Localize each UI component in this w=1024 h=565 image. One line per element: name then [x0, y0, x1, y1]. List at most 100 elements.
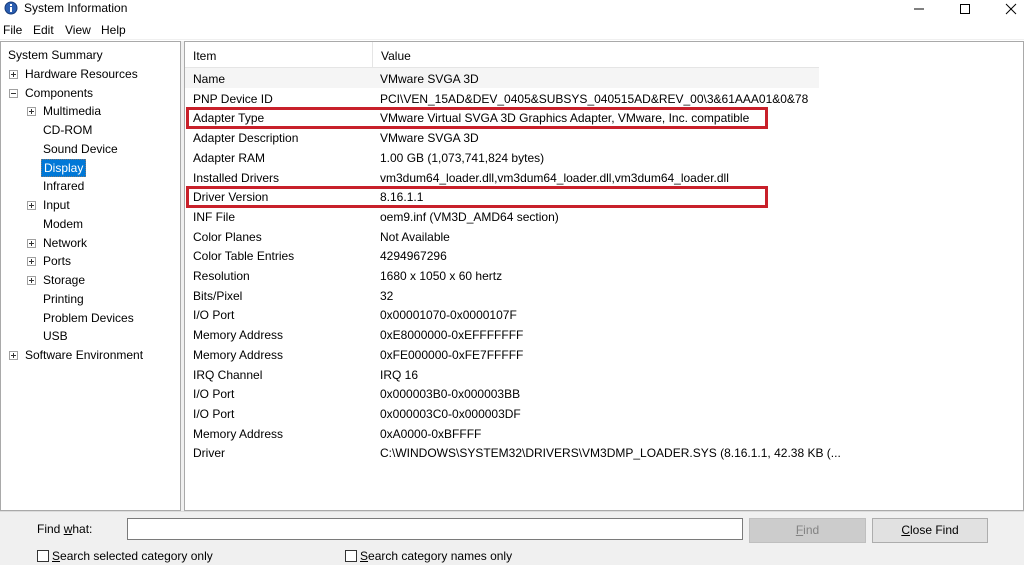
- table-row[interactable]: Memory Address 0xFE000000-0xFE7FFFFF: [185, 345, 1019, 365]
- cell-value: VMware SVGA 3D: [380, 131, 479, 146]
- cell-item: I/O Port: [193, 387, 235, 402]
- table-row[interactable]: I/O Port 0x000003B0-0x000003BB: [185, 384, 1019, 404]
- table-row[interactable]: Bits/Pixel 32: [185, 286, 1019, 306]
- menu-file[interactable]: File: [3, 23, 22, 37]
- cell-item: Driver: [193, 446, 225, 461]
- table-row[interactable]: Color Table Entries 4294967296: [185, 246, 1019, 266]
- cell-item: Color Table Entries: [193, 249, 295, 264]
- table-row[interactable]: Resolution 1680 x 1050 x 60 hertz: [185, 266, 1019, 286]
- tree-item-label: Sound Device: [43, 141, 118, 156]
- table-row[interactable]: I/O Port 0x000003C0-0x000003DF: [185, 404, 1019, 424]
- tree-item-input[interactable]: Input: [27, 196, 72, 214]
- category-tree[interactable]: System Summary Hardware Resources Componen…: [0, 41, 181, 511]
- expand-icon[interactable]: [27, 238, 36, 248]
- table-row[interactable]: IRQ Channel IRQ 16: [185, 365, 1019, 385]
- search-category-names-checkbox[interactable]: Search category names only: [345, 549, 512, 563]
- table-row[interactable]: Color Planes Not Available: [185, 227, 1019, 247]
- tree-item-system-summary[interactable]: System Summary: [6, 46, 105, 64]
- expand-icon[interactable]: [27, 276, 36, 285]
- cell-item: Adapter Description: [193, 131, 299, 146]
- cell-value: Not Available: [380, 229, 450, 244]
- expand-icon[interactable]: [27, 201, 36, 210]
- tree-item-display[interactable]: Display: [41, 158, 87, 177]
- tree-item-hardware-resources[interactable]: Hardware Resources: [9, 65, 140, 83]
- cell-item: I/O Port: [193, 308, 235, 323]
- tree-item-sound-device[interactable]: Sound Device: [41, 140, 120, 158]
- tree-item-printing[interactable]: Printing: [41, 290, 86, 308]
- table-row[interactable]: Memory Address 0xA0000-0xBFFFF: [185, 424, 1019, 444]
- cell-item: Resolution: [193, 269, 250, 283]
- checkbox-box[interactable]: [345, 550, 357, 562]
- cell-item: Memory Address: [193, 347, 284, 362]
- column-header-value[interactable]: Value: [373, 42, 819, 68]
- menu-edit[interactable]: Edit: [33, 23, 54, 37]
- expand-icon[interactable]: [27, 107, 36, 117]
- cell-item: Installed Drivers: [193, 170, 280, 185]
- tree-item-storage[interactable]: Storage: [27, 271, 87, 289]
- tree-item-network[interactable]: Network: [27, 234, 89, 252]
- tree-item-infrared[interactable]: Infrared: [41, 177, 86, 195]
- tree-item-components[interactable]: Components: [9, 84, 95, 102]
- tree-item-ports[interactable]: Ports: [27, 252, 73, 270]
- tree-item-label: Printing: [43, 291, 84, 306]
- tree-item-label: System Summary: [8, 48, 103, 62]
- check1-accesskey: S: [52, 549, 61, 563]
- tree-item-label: Modem: [43, 216, 84, 231]
- search-selected-category-checkbox[interactable]: Search selected category only: [37, 549, 213, 563]
- table-row[interactable]: Adapter RAM 1.00 GB (1,073,741,824 bytes): [185, 148, 1019, 168]
- table-row[interactable]: I/O Port 0x00001070-0x0000107F: [185, 305, 1019, 325]
- table-row[interactable]: Name VMware SVGA 3D: [185, 69, 1019, 89]
- column-header-item[interactable]: Item: [185, 42, 373, 68]
- menu-view[interactable]: View: [65, 23, 91, 37]
- tree-item-software-environment[interactable]: Software Environment: [9, 346, 145, 364]
- close-icon[interactable]: [988, 0, 1024, 19]
- tree-item-cd-rom[interactable]: CD-ROM: [41, 121, 94, 139]
- collapse-icon[interactable]: [9, 88, 18, 98]
- check2-label: earch category names only: [368, 549, 513, 563]
- cell-value: 4294967296: [380, 249, 447, 264]
- tree-item-multimedia[interactable]: Multimedia: [27, 102, 103, 120]
- tree-item-problem-devices[interactable]: Problem Devices: [41, 309, 136, 327]
- cell-value: VMware SVGA 3D: [380, 72, 479, 86]
- tree-item-label: Hardware Resources: [25, 66, 138, 81]
- cell-item: Bits/Pixel: [193, 288, 243, 303]
- system-information-icon: [4, 1, 18, 15]
- table-row[interactable]: Memory Address 0xE8000000-0xEFFFFFFF: [185, 325, 1019, 345]
- menu-help[interactable]: Help: [101, 23, 126, 37]
- highlight-annotation-box: [186, 107, 768, 130]
- cell-value: 0xE8000000-0xEFFFFFFF: [380, 328, 524, 343]
- cell-value: PCI\VEN_15AD&DEV_0405&SUBSYS_040515AD&RE…: [380, 91, 809, 106]
- tree-item-label: Display: [41, 158, 87, 177]
- close-find-button[interactable]: Close Find: [872, 518, 988, 543]
- tree-item-label: Components: [25, 85, 94, 100]
- tree-item-modem[interactable]: Modem: [41, 215, 85, 233]
- cell-value: 0x000003B0-0x000003BB: [380, 387, 521, 402]
- tree-item-label: Problem Devices: [43, 310, 134, 325]
- maximize-icon[interactable]: [942, 0, 988, 19]
- find-what-label: Find what:: [37, 522, 92, 536]
- table-row[interactable]: Driver C:\WINDOWS\SYSTEM32\DRIVERS\VM3DMP…: [185, 443, 1019, 463]
- find-label-suffix: hat:: [72, 522, 93, 536]
- cell-value: C:\WINDOWS\SYSTEM32\DRIVERS\VM3DMP_LOADE…: [380, 446, 841, 461]
- title-bar: System Information: [0, 0, 1024, 19]
- table-row[interactable]: Installed Drivers vm3dum64_loader.dll,vm3…: [185, 168, 1019, 188]
- checkbox-box[interactable]: [37, 550, 49, 562]
- expand-icon[interactable]: [9, 69, 18, 79]
- minimize-icon[interactable]: [896, 0, 942, 19]
- table-row[interactable]: Adapter Description VMware SVGA 3D: [185, 128, 1019, 148]
- find-what-input[interactable]: [127, 518, 743, 540]
- details-list[interactable]: Item Value Name VMware SVGA 3D PNP Device …: [184, 41, 1024, 511]
- tree-item-label: Infrared: [43, 179, 85, 194]
- expand-icon[interactable]: [9, 351, 18, 360]
- cell-value: 1.00 GB (1,073,741,824 bytes): [380, 150, 545, 165]
- find-button[interactable]: Find: [749, 518, 866, 543]
- tree-item-label: USB: [43, 329, 68, 344]
- find-bar: Find what: Find Close Find Search select…: [0, 511, 1024, 565]
- cell-item: Memory Address: [193, 328, 284, 343]
- cell-value: 0x000003C0-0x000003DF: [380, 406, 521, 421]
- cell-value: 1680 x 1050 x 60 hertz: [380, 269, 503, 283]
- tree-item-usb[interactable]: USB: [41, 327, 70, 345]
- table-row[interactable]: INF File oem9.inf (VM3D_AMD64 section): [185, 207, 1019, 227]
- expand-icon[interactable]: [27, 257, 36, 267]
- table-row[interactable]: PNP Device ID PCI\VEN_15AD&DEV_0405&SUBSY…: [185, 89, 1019, 109]
